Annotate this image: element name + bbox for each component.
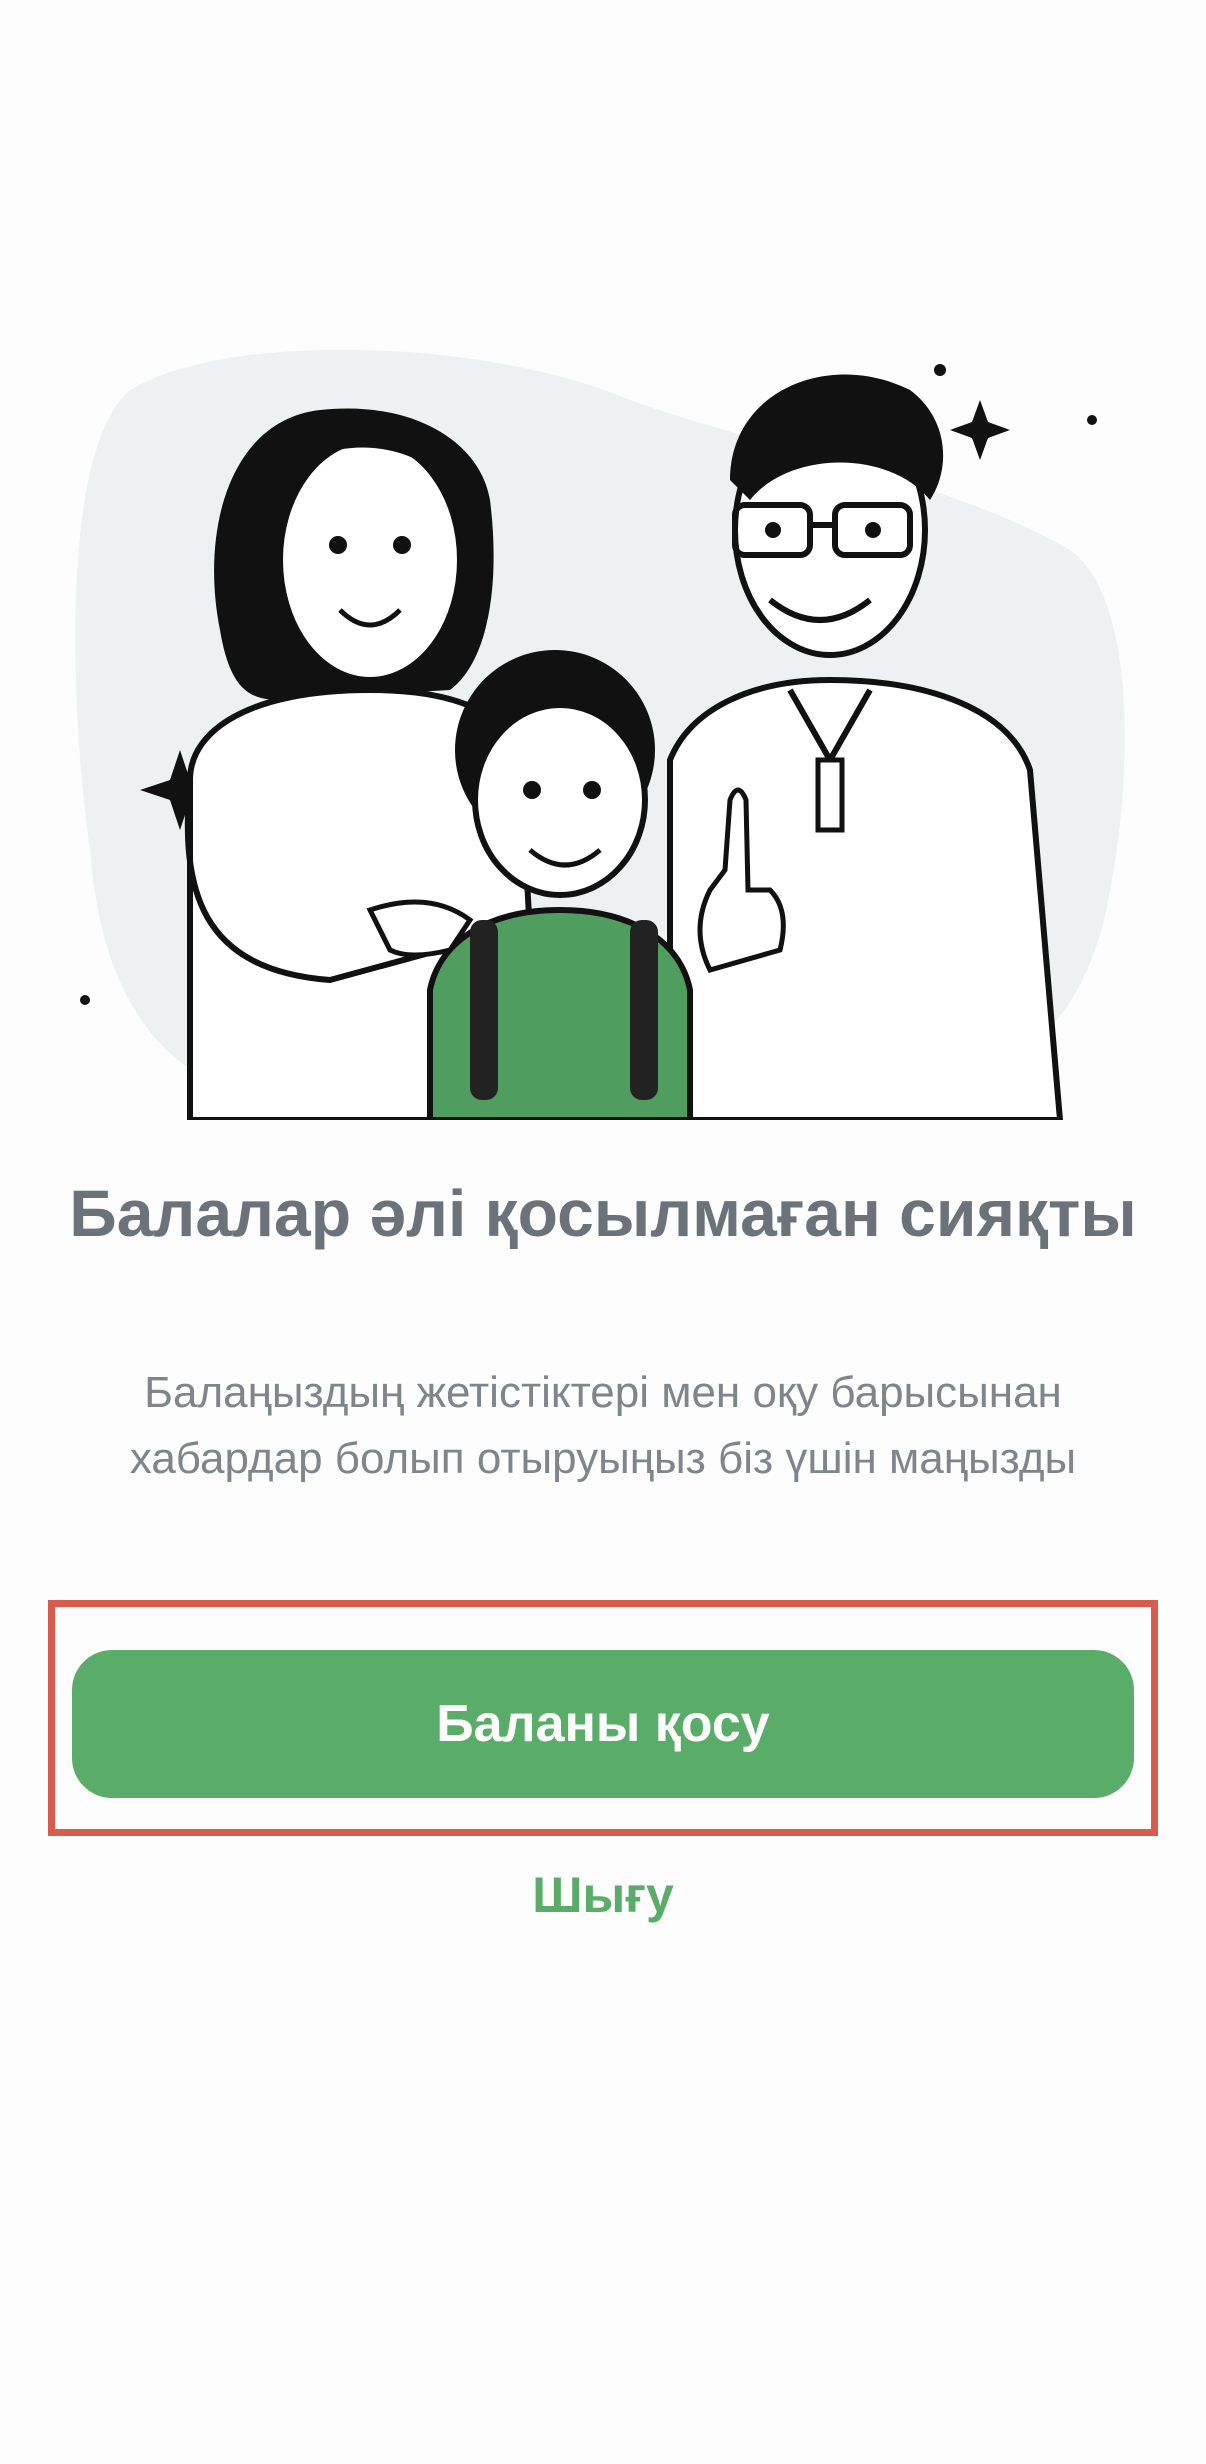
logout-link[interactable]: Шығу (403, 1850, 803, 1940)
add-child-button[interactable]: Баланы қосу (72, 1650, 1134, 1798)
family-illustration (70, 330, 1140, 1120)
screen: Балалар әлі қосылмаған сияқты Балаңыздың… (0, 0, 1206, 2464)
empty-state-subtitle: Балаңыздың жетістіктері мен оқу барысына… (129, 1368, 1077, 1483)
empty-state-title: Балалар әлі қосылмаған сияқты (69, 1176, 1137, 1250)
